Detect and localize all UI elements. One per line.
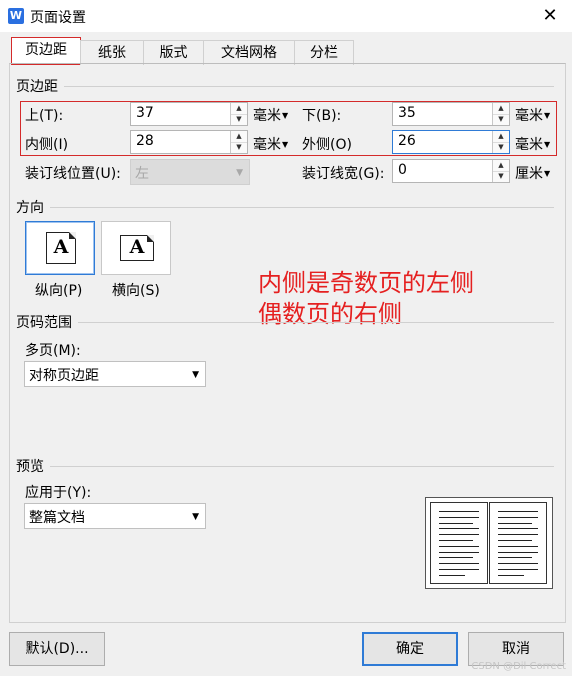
preview-text-line	[498, 574, 524, 576]
apply-to-label: 应用于(Y):	[25, 485, 92, 501]
section-divider	[78, 322, 554, 323]
gutter-width-label: 装订线宽(G):	[302, 166, 385, 182]
landscape-label: 横向(S)	[112, 283, 160, 299]
bottom-margin-value: 35	[398, 105, 416, 121]
outer-margin-unit[interactable]: 毫米▼	[515, 134, 550, 154]
preview-text-line	[498, 528, 538, 530]
landscape-option[interactable]: A	[101, 221, 171, 275]
preview-text-line	[498, 534, 538, 536]
tab-doc-grid[interactable]: 文档网格	[203, 40, 295, 65]
outer-margin-label: 外侧(O)	[302, 137, 352, 153]
title-bar: W 页面设置 ✕	[0, 0, 572, 32]
section-divider	[64, 86, 554, 87]
preview-text-line	[498, 511, 538, 512]
chevron-down-icon: ▼	[192, 512, 199, 522]
section-divider	[50, 207, 554, 208]
preview-text-line	[498, 551, 538, 553]
bottom-margin-input[interactable]: 35 ▲ ▼	[392, 102, 510, 126]
top-margin-value: 37	[136, 105, 154, 121]
tab-paper[interactable]: 纸张	[80, 40, 144, 65]
portrait-page-icon: A	[46, 232, 76, 264]
multiple-pages-label: 多页(M):	[25, 343, 81, 359]
gutter-position-value: 左	[135, 166, 149, 182]
preview-right-page	[489, 502, 547, 584]
preview-text-line	[439, 528, 479, 530]
preview-text-line	[498, 545, 538, 547]
preview-text-line	[439, 511, 479, 512]
gutter-position-label: 装订线位置(U):	[25, 166, 121, 182]
annotation-line-1: 内侧是奇数页的左侧	[258, 269, 474, 297]
preview-text-line	[498, 569, 538, 570]
gutter-position-select: 左 ▼	[130, 159, 250, 185]
landscape-page-icon: A	[120, 235, 154, 261]
multiple-pages-select[interactable]: 对称页边距 ▼	[24, 361, 206, 387]
spin-down-icon[interactable]: ▼	[493, 142, 509, 153]
spin-down-icon[interactable]: ▼	[231, 142, 247, 153]
preview-text-line	[439, 522, 473, 524]
apply-to-select[interactable]: 整篇文档 ▼	[24, 503, 206, 529]
top-margin-label: 上(T):	[25, 108, 64, 124]
preview-text-line	[439, 557, 473, 559]
spin-down-icon[interactable]: ▼	[231, 114, 247, 125]
watermark-text: CSDN @Dil Correct	[471, 661, 566, 672]
preview-text-line	[439, 545, 479, 547]
section-margins-title: 页边距	[16, 79, 58, 95]
inner-margin-input[interactable]: 28 ▲ ▼	[130, 130, 248, 154]
spin-down-icon[interactable]: ▼	[493, 114, 509, 125]
section-orientation-title: 方向	[16, 200, 44, 216]
close-icon[interactable]: ✕	[534, 2, 566, 30]
preview-text-line	[439, 563, 479, 565]
preview-text-line	[439, 534, 479, 536]
preview-text-line	[439, 574, 465, 576]
tab-layout[interactable]: 版式	[143, 40, 204, 65]
portrait-label: 纵向(P)	[35, 283, 83, 299]
preview-text-line	[439, 516, 479, 518]
window-title: 页面设置	[30, 10, 86, 26]
preview-text-line	[498, 522, 532, 524]
multiple-pages-value: 对称页边距	[29, 368, 99, 384]
outer-margin-value: 26	[398, 133, 416, 149]
apply-to-value: 整篇文档	[29, 510, 85, 526]
chevron-down-icon: ▼	[236, 168, 243, 178]
gutter-width-input[interactable]: 0 ▲ ▼	[392, 159, 510, 183]
preview-text-line	[498, 563, 538, 565]
tab-margins[interactable]: 页边距	[11, 37, 81, 65]
page-preview	[425, 497, 553, 589]
bottom-margin-unit[interactable]: 毫米▼	[515, 105, 550, 125]
top-margin-input[interactable]: 37 ▲ ▼	[130, 102, 248, 126]
bottom-margin-label: 下(B):	[302, 108, 342, 124]
preview-text-line	[439, 569, 479, 570]
preview-left-page	[430, 502, 488, 584]
preview-text-line	[498, 516, 538, 518]
preview-text-line	[498, 557, 532, 559]
tab-columns[interactable]: 分栏	[294, 40, 354, 65]
section-preview-title: 预览	[16, 459, 44, 475]
spin-down-icon[interactable]: ▼	[493, 171, 509, 182]
wps-app-icon: W	[8, 8, 24, 24]
preview-text-line	[439, 551, 479, 553]
gutter-width-value: 0	[398, 162, 407, 178]
section-page-range-title: 页码范围	[16, 315, 72, 331]
section-divider	[50, 466, 554, 467]
portrait-option[interactable]: A	[25, 221, 95, 275]
preview-text-line	[439, 540, 473, 541]
inner-margin-value: 28	[136, 133, 154, 149]
inner-margin-unit[interactable]: 毫米▼	[253, 134, 288, 154]
ok-button[interactable]: 确定	[362, 632, 458, 666]
chevron-down-icon: ▼	[192, 370, 199, 380]
top-margin-unit[interactable]: 毫米▼	[253, 105, 288, 125]
annotation-line-2: 偶数页的右侧	[258, 300, 402, 328]
preview-text-line	[498, 540, 532, 541]
annotation-text: 内侧是奇数页的左侧 偶数页的右侧	[258, 268, 474, 330]
default-button[interactable]: 默认(D)...	[9, 632, 105, 666]
inner-margin-label: 内侧(I)	[25, 137, 69, 153]
outer-margin-input[interactable]: 26 ▲ ▼	[392, 130, 510, 154]
gutter-width-unit[interactable]: 厘米▼	[515, 163, 550, 183]
